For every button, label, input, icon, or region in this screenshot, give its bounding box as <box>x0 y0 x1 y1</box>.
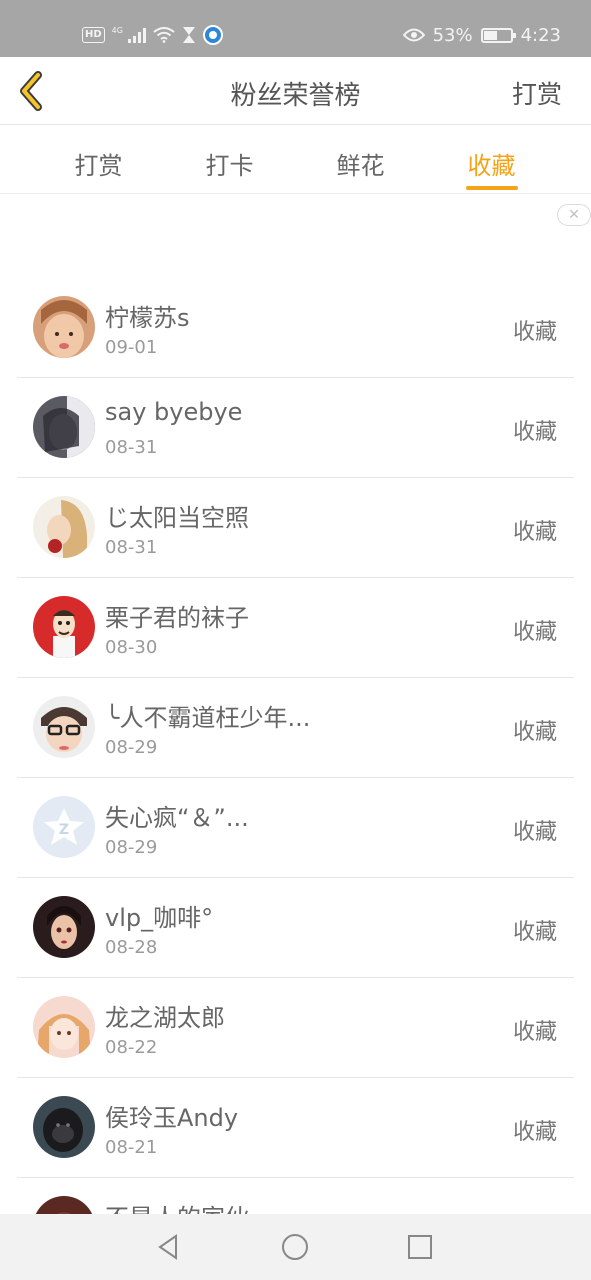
wifi-icon <box>153 27 175 43</box>
back-triangle-icon[interactable] <box>154 1232 184 1262</box>
fan-name: 柠檬苏s <box>105 304 190 332</box>
network-type: 4G <box>111 25 123 35</box>
fan-list: 柠檬苏s 09-01 收藏 say byebye 08-31 收藏 じ太阳当空照… <box>0 278 591 1278</box>
status-right-icons: 53% 4:23 <box>402 20 561 50</box>
fan-date: 08-29 <box>105 837 158 858</box>
tab-flowers[interactable]: 鲜花 <box>295 126 426 193</box>
gorilla-avatar[interactable] <box>33 1096 95 1158</box>
svg-text:Z: Z <box>59 822 69 838</box>
fan-action: 收藏 <box>512 320 557 345</box>
vpn-icon <box>202 25 223 45</box>
list-item[interactable]: じ太阳当空照 08-31 收藏 <box>17 478 574 578</box>
tab-label: 打赏 <box>74 152 123 180</box>
list-item[interactable]: vlp_咖啡° 08-28 收藏 <box>17 878 574 978</box>
fan-name: 栗子君的袜子 <box>105 604 249 632</box>
fan-name: 侯玲玉Andy <box>105 1104 239 1132</box>
fan-name: 失心疯“＆”... <box>105 804 249 832</box>
list-item[interactable]: 侯玲玉Andy 08-21 收藏 <box>17 1078 574 1178</box>
close-icon[interactable]: ✕ <box>557 204 591 226</box>
list-item[interactable]: Z 失心疯“＆”... 08-29 收藏 <box>17 778 574 878</box>
blonde-girl-avatar[interactable] <box>33 496 95 558</box>
eye-icon <box>402 28 425 42</box>
clock: 4:23 <box>520 24 561 46</box>
top-nav-bar: 粉丝荣誉榜 打赏 <box>0 57 591 125</box>
system-nav-bar <box>0 1214 591 1280</box>
anime-girl-avatar[interactable] <box>33 996 95 1058</box>
default-qzone-avatar[interactable]: Z <box>33 796 95 858</box>
fan-name: 龙之湖太郎 <box>105 1004 225 1032</box>
battery-percent: 53% <box>432 24 473 46</box>
list-item[interactable]: 柠檬苏s 09-01 收藏 <box>17 278 574 378</box>
fan-date: 09-01 <box>105 337 158 358</box>
home-circle-icon[interactable] <box>280 1232 310 1262</box>
fan-action: 收藏 <box>512 420 557 445</box>
reward-button[interactable]: 打赏 <box>512 75 562 111</box>
hd-icon: HD <box>82 27 105 43</box>
fan-action: 收藏 <box>512 720 557 745</box>
fan-name: ╰人不霸道枉少年... <box>105 704 311 732</box>
active-tab-indicator <box>465 186 518 190</box>
page-title: 粉丝荣誉榜 <box>230 81 361 111</box>
fan-date: 08-30 <box>105 637 158 658</box>
glasses-avatar[interactable] <box>33 696 95 758</box>
fan-action: 收藏 <box>512 1020 557 1045</box>
signal-icon <box>127 27 146 43</box>
dark-anime-avatar[interactable] <box>33 396 95 458</box>
tab-checkin[interactable]: 打卡 <box>164 126 295 193</box>
fan-action: 收藏 <box>512 1120 557 1145</box>
fan-name: vlp_咖啡° <box>105 904 214 932</box>
tab-bar: 打赏 打卡 鲜花 收藏 <box>0 126 591 194</box>
recents-square-icon[interactable] <box>405 1232 435 1262</box>
fan-date: 08-31 <box>105 537 158 558</box>
tab-label: 打卡 <box>205 152 254 180</box>
fan-action: 收藏 <box>512 620 557 645</box>
list-item[interactable]: ╰人不霸道枉少年... 08-29 收藏 <box>17 678 574 778</box>
status-bar: HD 4G 53% 4:23 <box>0 0 591 57</box>
hourglass-icon <box>182 27 195 43</box>
fan-name: じ太阳当空照 <box>105 504 249 532</box>
fan-action: 收藏 <box>512 820 557 845</box>
fan-date: 08-31 <box>105 437 158 458</box>
fan-date: 08-22 <box>105 1037 158 1058</box>
fan-action: 收藏 <box>512 520 557 545</box>
fan-date: 08-28 <box>105 937 158 958</box>
status-left-icons: HD 4G <box>82 20 223 50</box>
red-cartoon-avatar[interactable] <box>33 596 95 658</box>
tab-reward[interactable]: 打赏 <box>33 126 164 193</box>
tab-label: 收藏 <box>467 152 516 180</box>
girl-photo-avatar[interactable] <box>33 296 95 358</box>
fan-date: 08-29 <box>105 737 158 758</box>
fan-name: say byebye <box>105 398 243 426</box>
list-item[interactable]: say byebye 08-31 收藏 <box>17 378 574 478</box>
dark-hair-girl-avatar[interactable] <box>33 896 95 958</box>
list-item[interactable]: 栗子君的袜子 08-30 收藏 <box>17 578 574 678</box>
fan-action: 收藏 <box>512 920 557 945</box>
tab-collect[interactable]: 收藏 <box>426 126 557 193</box>
fan-date: 08-21 <box>105 1137 158 1158</box>
battery-icon <box>480 27 516 43</box>
list-item[interactable]: 龙之湖太郎 08-22 收藏 <box>17 978 574 1078</box>
tab-label: 鲜花 <box>336 152 385 180</box>
